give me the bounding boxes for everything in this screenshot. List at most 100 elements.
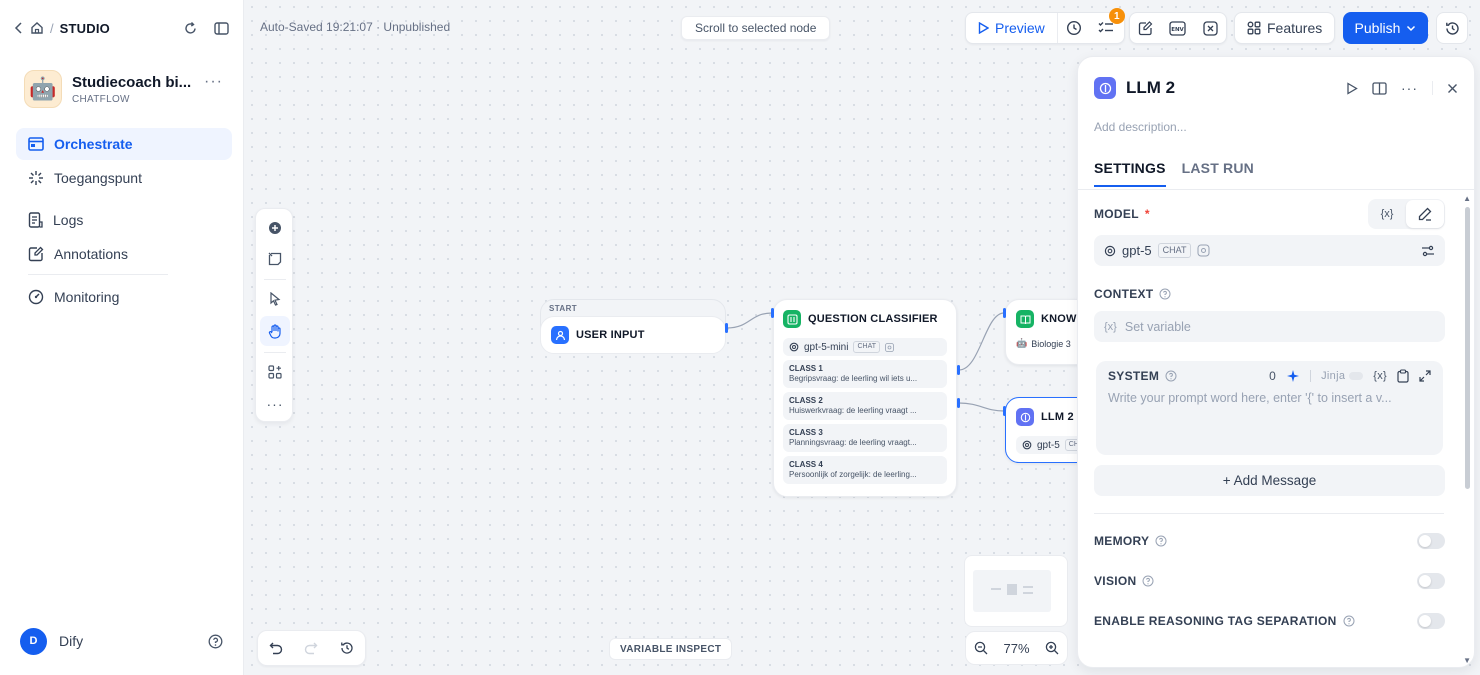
llm-icon (1094, 77, 1116, 99)
jinja-toggle[interactable]: Jinja (1321, 370, 1364, 382)
class-item: CLASS 2 Huiswerkvraag: de leerling vraag… (783, 392, 947, 420)
model-name: gpt-5 (1037, 439, 1060, 451)
vision-toggle[interactable] (1417, 573, 1445, 589)
context-variable-input[interactable]: {x} Set variable (1094, 311, 1445, 342)
start-label: START (549, 304, 578, 313)
run-node-icon[interactable] (1346, 81, 1358, 95)
knowledge-item: 🤖 Biologie 3 (1016, 338, 1084, 349)
memory-section-label: MEMORY (1094, 534, 1167, 548)
context-label: CONTEXT (1094, 287, 1154, 301)
info-icon[interactable] (1142, 575, 1154, 587)
robot-icon: 🤖 (1016, 338, 1028, 348)
node-title: LLM 2 (1041, 411, 1074, 423)
model-chip: gpt-5-mini CHAT (783, 338, 947, 356)
info-icon[interactable] (1165, 370, 1177, 382)
info-icon[interactable] (1159, 288, 1171, 300)
model-label: MODEL (1094, 207, 1139, 221)
class-description: Huiswerkvraag: de leerling vraagt ... (789, 406, 917, 415)
input-handle[interactable] (1003, 308, 1006, 318)
class-description: Planningsvraag: de leerling vraagt... (789, 438, 917, 447)
header-divider (1432, 81, 1433, 95)
info-icon[interactable] (1155, 535, 1167, 547)
memory-toggle[interactable] (1417, 533, 1445, 549)
class-title: CLASS 1 (789, 364, 823, 373)
add-message-button[interactable]: + Add Message (1094, 465, 1445, 496)
class-description: Persoonlijk of zorgelijk: de leerling... (789, 470, 917, 479)
openai-icon (789, 342, 799, 352)
model-name: gpt-5-mini (804, 341, 849, 353)
class-1-handle[interactable] (957, 365, 960, 375)
node-settings-panel: LLM 2 ··· Add description... SETTINGS LA… (1077, 56, 1475, 668)
panel-title[interactable]: LLM 2 (1126, 78, 1175, 98)
system-prompt-placeholder: Write your prompt word here, enter '{' t… (1108, 391, 1392, 405)
class-title: CLASS 3 (789, 428, 823, 437)
model-section-label: MODEL * (1094, 207, 1150, 221)
input-handle[interactable] (1003, 406, 1006, 416)
tab-settings[interactable]: SETTINGS (1094, 160, 1166, 187)
split-view-icon[interactable] (1372, 81, 1387, 95)
scroll-up-arrow[interactable]: ▲ (1463, 194, 1471, 203)
class-item: CLASS 1 Begripsvraag: de leerling wil ie… (783, 360, 947, 388)
jinja-label: Jinja (1321, 370, 1346, 382)
required-mark: * (1144, 207, 1150, 221)
token-count: 0 (1269, 369, 1277, 383)
openai-icon (1022, 440, 1032, 450)
class-2-handle[interactable] (957, 398, 960, 408)
class-title: CLASS 4 (789, 460, 823, 469)
panel-tabs: SETTINGS LAST RUN (1094, 160, 1254, 187)
clipboard-icon[interactable] (1397, 369, 1409, 383)
class-item: CLASS 4 Persoonlijk of zorgelijk: de lee… (783, 456, 947, 484)
chat-tag: CHAT (1157, 243, 1192, 258)
settings-badge-icon (1197, 244, 1210, 257)
start-node-group: START USER INPUT (540, 299, 726, 354)
chat-tag: CHAT (853, 341, 881, 353)
expand-icon[interactable] (1419, 370, 1431, 382)
context-placeholder: Set variable (1124, 319, 1191, 334)
llm-icon (1016, 408, 1034, 426)
jinja-switch (1349, 372, 1364, 380)
section-divider (1094, 513, 1444, 514)
pencil-icon (1418, 207, 1432, 221)
user-icon (551, 326, 569, 344)
variable-icon: {x} (1104, 320, 1117, 333)
variable-mode-button[interactable]: {x} (1368, 199, 1406, 229)
info-icon[interactable] (1343, 615, 1355, 627)
model-params-icon[interactable] (1421, 245, 1435, 257)
vision-section-label: VISION (1094, 574, 1154, 588)
insert-variable-icon[interactable]: {x} (1373, 370, 1387, 382)
reasoning-label: ENABLE REASONING TAG SEPARATION (1094, 614, 1337, 628)
panel-header: LLM 2 ··· (1094, 77, 1458, 99)
class-item: CLASS 3 Planningsvraag: de leerling vraa… (783, 424, 947, 452)
model-mode-switch: {x} (1368, 199, 1445, 229)
input-handle[interactable] (771, 308, 774, 318)
divider (1310, 370, 1312, 382)
class-title: CLASS 2 (789, 396, 823, 405)
model-name: gpt-5 (1122, 243, 1152, 258)
knowledge-name: Biologie 3 (1031, 338, 1071, 349)
ai-generate-icon[interactable] (1286, 369, 1300, 383)
panel-scrollbar[interactable] (1465, 207, 1470, 489)
classifier-icon (783, 310, 801, 328)
output-handle[interactable] (725, 323, 728, 333)
class-description: Begripsvraag: de leerling wil iets u... (789, 374, 918, 383)
vision-label: VISION (1094, 574, 1137, 588)
close-icon[interactable] (1447, 83, 1458, 94)
reasoning-toggle[interactable] (1417, 613, 1445, 629)
scroll-down-arrow[interactable]: ▼ (1463, 656, 1471, 665)
context-section-label: CONTEXT (1094, 287, 1171, 301)
more-options-icon[interactable]: ··· (1401, 80, 1418, 96)
edit-mode-button[interactable] (1406, 200, 1444, 228)
user-input-node[interactable]: USER INPUT (540, 316, 726, 354)
book-icon (1016, 310, 1034, 328)
settings-badge-icon (885, 342, 894, 352)
openai-icon (1104, 245, 1116, 257)
system-label: SYSTEM (1108, 369, 1160, 383)
tab-divider (1078, 189, 1474, 190)
model-selector[interactable]: gpt-5 CHAT (1094, 235, 1445, 266)
tab-last-run[interactable]: LAST RUN (1182, 160, 1254, 187)
description-input[interactable]: Add description... (1094, 120, 1187, 134)
system-prompt-editor[interactable]: SYSTEM 0 Jinja {x} Write your prompt wor… (1096, 361, 1443, 455)
reasoning-section-label: ENABLE REASONING TAG SEPARATION (1094, 614, 1355, 628)
question-classifier-node[interactable]: QUESTION CLASSIFIER gpt-5-mini CHAT CLAS… (773, 299, 957, 497)
node-title: USER INPUT (576, 329, 645, 341)
